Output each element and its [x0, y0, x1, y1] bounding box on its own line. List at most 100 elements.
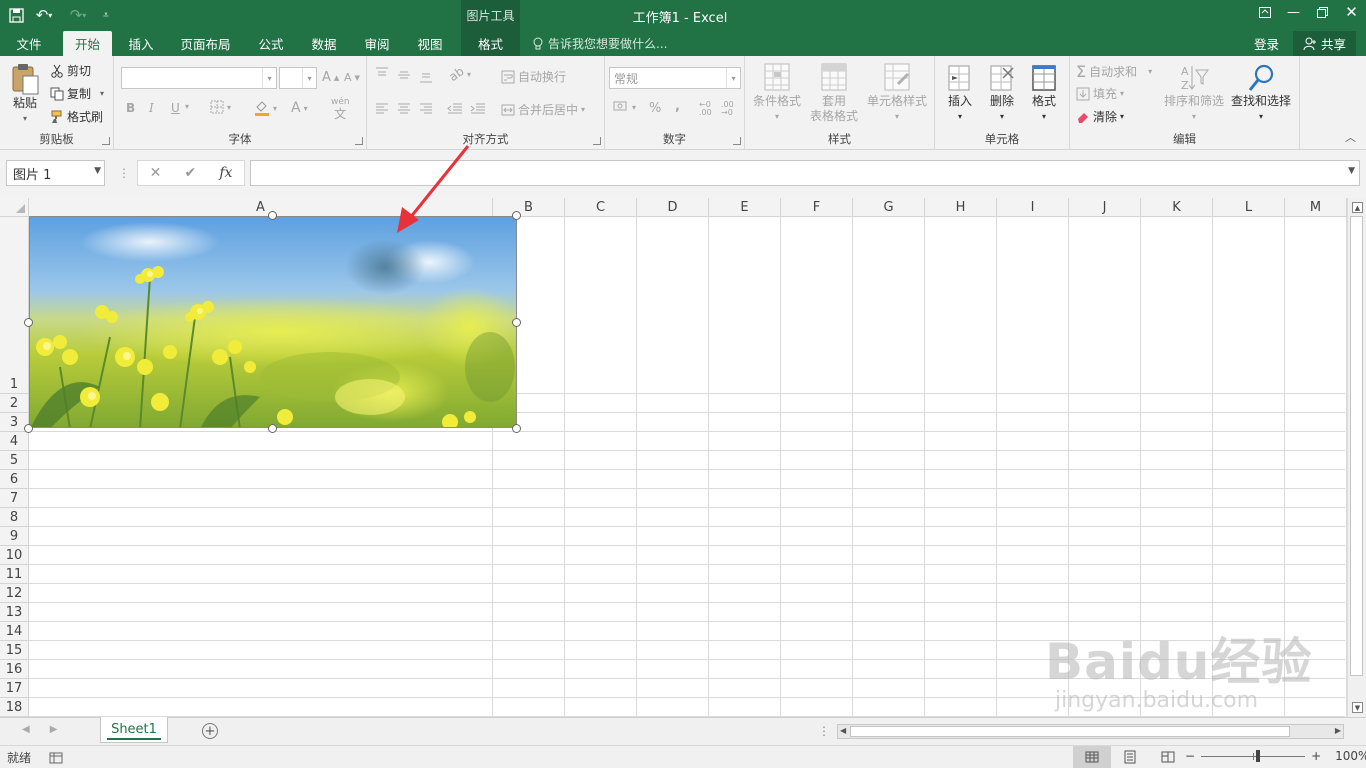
- tab-home[interactable]: 开始: [63, 31, 112, 56]
- row-header-13[interactable]: 13: [0, 603, 29, 622]
- paste-button[interactable]: 粘贴 ▾: [6, 62, 44, 126]
- signin-link[interactable]: 登录: [1254, 34, 1279, 53]
- horizontal-scroll-thumb[interactable]: [850, 726, 1290, 737]
- row-header-12[interactable]: 12: [0, 584, 29, 603]
- accounting-format-icon[interactable]: ▾: [613, 100, 636, 114]
- column-header-k[interactable]: K: [1141, 198, 1213, 217]
- formula-input[interactable]: ▼: [250, 160, 1360, 186]
- column-header-d[interactable]: D: [637, 198, 709, 217]
- resize-handle-bottom[interactable]: [268, 424, 277, 433]
- align-center-icon[interactable]: [397, 102, 411, 114]
- zoom-out-icon[interactable]: −: [1185, 749, 1195, 763]
- row-header-8[interactable]: 8: [0, 508, 29, 527]
- font-size-combo[interactable]: ▾: [279, 67, 317, 89]
- redo-icon[interactable]: ↷ ▾: [62, 4, 94, 26]
- borders-icon[interactable]: ▾: [210, 100, 231, 114]
- cancel-entry-icon[interactable]: ✕: [150, 165, 162, 181]
- inserted-picture[interactable]: [29, 216, 517, 428]
- tell-me-box[interactable]: 告诉我您想要做什么...: [533, 31, 667, 56]
- column-header-l[interactable]: L: [1213, 198, 1285, 217]
- resize-handle-top-right[interactable]: [512, 211, 521, 220]
- orientation-icon[interactable]: ab ▾: [446, 64, 471, 84]
- column-header-g[interactable]: G: [853, 198, 925, 217]
- tab-review[interactable]: 审阅: [354, 31, 400, 56]
- delete-cells-button[interactable]: 删除 ▾: [983, 62, 1021, 124]
- format-painter-button[interactable]: 格式刷: [50, 108, 103, 125]
- page-break-preview-icon[interactable]: [1149, 746, 1187, 768]
- zoom-level[interactable]: 100%: [1335, 749, 1366, 763]
- column-header-m[interactable]: M: [1285, 198, 1347, 217]
- number-format-combo[interactable]: 常规 ▾: [609, 67, 741, 89]
- insert-function-icon[interactable]: fx: [219, 165, 232, 181]
- prev-sheet-icon[interactable]: ◀: [22, 724, 30, 735]
- decrease-decimal-icon[interactable]: .00 →0: [721, 101, 734, 117]
- decrease-font-icon[interactable]: A ▼: [344, 71, 360, 84]
- cell-styles-button[interactable]: 单元格样式 ▾: [863, 62, 931, 124]
- percent-style-button[interactable]: %: [649, 101, 661, 116]
- scroll-left-icon[interactable]: ◀: [840, 726, 846, 735]
- zoom-slider-knob[interactable]: [1256, 749, 1261, 762]
- copy-button[interactable]: 复制 ▾: [50, 85, 104, 102]
- scroll-right-icon[interactable]: ▶: [1335, 726, 1341, 735]
- cut-button[interactable]: 剪切: [50, 62, 91, 79]
- row-header-4[interactable]: 4: [0, 432, 29, 451]
- undo-icon[interactable]: ↶ ▾: [28, 4, 60, 26]
- phonetic-icon[interactable]: wén 文: [331, 98, 350, 121]
- row-header-6[interactable]: 6: [0, 470, 29, 489]
- collapse-ribbon-icon[interactable]: ︿: [1345, 129, 1356, 145]
- align-right-icon[interactable]: [419, 102, 433, 114]
- name-box[interactable]: 图片 1 ▼: [6, 160, 105, 186]
- tab-view[interactable]: 视图: [407, 31, 453, 56]
- customize-qat-icon[interactable]: ⩡: [96, 4, 116, 26]
- macro-record-icon[interactable]: [49, 752, 63, 764]
- normal-view-icon[interactable]: [1073, 746, 1111, 768]
- column-header-a[interactable]: A: [29, 198, 493, 217]
- font-name-combo[interactable]: ▾: [121, 67, 277, 89]
- row-header-15[interactable]: 15: [0, 641, 29, 660]
- zoom-in-icon[interactable]: +: [1311, 749, 1321, 763]
- row-header-14[interactable]: 14: [0, 622, 29, 641]
- vertical-scroll-thumb[interactable]: [1350, 216, 1363, 676]
- ribbon-display-options-icon[interactable]: [1250, 0, 1279, 24]
- row-header-1[interactable]: 1: [0, 217, 29, 394]
- column-header-f[interactable]: F: [781, 198, 853, 217]
- column-header-h[interactable]: H: [925, 198, 997, 217]
- align-left-icon[interactable]: [375, 102, 389, 114]
- row-header-2[interactable]: 2: [0, 394, 29, 413]
- alignment-launcher-icon[interactable]: [593, 137, 601, 145]
- middle-align-icon[interactable]: [397, 69, 411, 81]
- column-header-c[interactable]: C: [565, 198, 637, 217]
- column-header-e[interactable]: E: [709, 198, 781, 217]
- comma-style-button[interactable]: ,: [675, 99, 680, 114]
- minimize-icon[interactable]: —: [1279, 0, 1308, 24]
- close-icon[interactable]: ✕: [1337, 0, 1366, 24]
- resize-handle-top[interactable]: [268, 211, 277, 220]
- clipboard-launcher-icon[interactable]: [102, 137, 110, 145]
- confirm-entry-icon[interactable]: ✔: [184, 165, 196, 181]
- worksheet[interactable]: ABCDEFGHIJKLM 1 2 3 4 5 6 7 8 9 10 11 12 13 14 15 16 17 1…: [0, 198, 1366, 717]
- scroll-up-icon[interactable]: ▲: [1352, 202, 1363, 213]
- column-header-i[interactable]: I: [997, 198, 1069, 217]
- vertical-scrollbar[interactable]: ▲ ▼: [1347, 198, 1366, 717]
- conditional-formatting-button[interactable]: 条件格式 ▾: [749, 62, 805, 124]
- font-color-icon[interactable]: A ▾: [291, 100, 308, 116]
- increase-indent-icon[interactable]: [470, 102, 486, 114]
- row-header-17[interactable]: 17: [0, 679, 29, 698]
- sheet-tab-sheet1[interactable]: Sheet1: [100, 717, 168, 743]
- tab-file[interactable]: 文件: [6, 31, 52, 56]
- italic-button[interactable]: I: [149, 101, 154, 115]
- resize-handle-bottom-right[interactable]: [512, 424, 521, 433]
- tab-insert[interactable]: 插入: [118, 31, 164, 56]
- expand-formula-bar-icon[interactable]: ▼: [1348, 166, 1355, 176]
- fill-button[interactable]: 填充 ▾: [1076, 85, 1124, 102]
- page-layout-view-icon[interactable]: [1111, 746, 1149, 768]
- row-header-10[interactable]: 10: [0, 546, 29, 565]
- tab-picture-format[interactable]: 格式: [461, 31, 520, 56]
- row-header-5[interactable]: 5: [0, 451, 29, 470]
- resize-handle-bottom-left[interactable]: [24, 424, 33, 433]
- increase-font-icon[interactable]: A ▲: [322, 70, 339, 85]
- bold-button[interactable]: B: [126, 101, 135, 115]
- format-cells-button[interactable]: 格式 ▾: [1025, 62, 1063, 124]
- find-select-button[interactable]: 查找和选择 ▾: [1228, 62, 1294, 124]
- format-as-table-button[interactable]: 套用 表格格式: [805, 62, 863, 124]
